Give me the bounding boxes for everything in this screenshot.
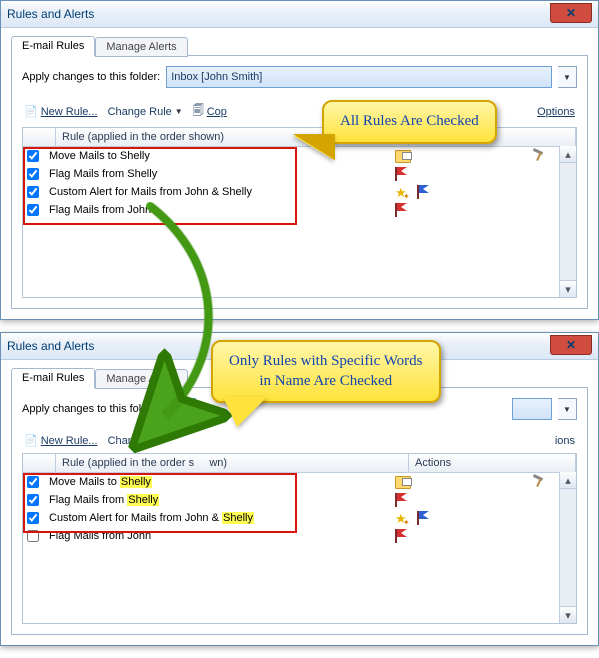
folder-label: Apply changes to this folder: bbox=[22, 403, 160, 415]
flag-red-icon bbox=[395, 529, 407, 543]
rule-checkbox[interactable] bbox=[27, 512, 39, 524]
tab-panel: Apply changes to this folder: In ▼ 📄 New… bbox=[11, 387, 588, 635]
window-title: Rules and Alerts bbox=[7, 7, 94, 21]
rule-action-icons bbox=[389, 149, 576, 163]
scroll-down-icon[interactable]: ▾ bbox=[560, 280, 576, 297]
rules-alerts-window-before: Rules and Alerts ✕ E-mail Rules Manage A… bbox=[0, 0, 599, 320]
rule-action-icons bbox=[389, 203, 576, 217]
rule-name: Custom Alert for Mails from John & Shell… bbox=[43, 512, 389, 524]
rule-checkbox[interactable] bbox=[27, 168, 39, 180]
hammer-icon bbox=[532, 149, 546, 163]
chevron-down-icon: ▼ bbox=[175, 107, 183, 116]
change-rule-button[interactable]: Change R bbox=[108, 435, 158, 447]
column-rule[interactable]: Rule (applied in the order s wn) bbox=[56, 454, 409, 472]
rule-row[interactable]: Flag Mails from Shelly bbox=[23, 491, 576, 509]
rule-checkbox[interactable] bbox=[27, 150, 39, 162]
rule-row[interactable]: Flag Mails from Shelly bbox=[23, 165, 576, 183]
rule-checkbox[interactable] bbox=[27, 186, 39, 198]
chevron-down-icon: ▼ bbox=[563, 405, 571, 414]
folder-combo[interactable]: In bbox=[166, 398, 196, 420]
tab-manage-alerts[interactable]: Manage Alerts bbox=[95, 369, 187, 389]
rule-name: Move Mails to Shelly bbox=[43, 476, 389, 488]
options-button[interactable]: Options bbox=[537, 106, 575, 118]
rule-name: Flag Mails from Shelly bbox=[43, 168, 389, 180]
chevron-down-icon: ▼ bbox=[563, 73, 571, 82]
tab-email-rules[interactable]: E-mail Rules bbox=[11, 36, 95, 56]
rule-row[interactable]: Custom Alert for Mails from John & Shell… bbox=[23, 183, 576, 201]
column-checkbox[interactable] bbox=[23, 128, 56, 146]
flag-red-icon bbox=[395, 203, 407, 217]
tab-manage-alerts[interactable]: Manage Alerts bbox=[95, 37, 187, 57]
change-rule-button[interactable]: Change Rule ▼ bbox=[108, 106, 183, 118]
new-rule-button[interactable]: 📄 New Rule... bbox=[24, 105, 98, 118]
tabs: E-mail Rules Manage Alerts bbox=[11, 36, 588, 56]
rules-list: Rule (applied in the order s wn) Actions… bbox=[22, 453, 577, 624]
hammer-icon bbox=[532, 475, 546, 489]
star-alert-icon: ★ bbox=[395, 512, 407, 525]
scrollbar[interactable]: ▴ ▾ bbox=[559, 146, 576, 297]
rule-checkbox[interactable] bbox=[27, 494, 39, 506]
folder-combo[interactable]: Inbox [John Smith] bbox=[166, 66, 552, 88]
titlebar: Rules and Alerts ✕ bbox=[1, 1, 598, 28]
rule-action-icons bbox=[389, 475, 576, 489]
callout-specific-words: Only Rules with Specific Words in Name A… bbox=[211, 340, 441, 403]
close-icon: ✕ bbox=[566, 338, 576, 352]
star-alert-icon: ★ bbox=[395, 186, 407, 199]
folder-move-icon bbox=[395, 150, 411, 163]
rule-checkbox[interactable] bbox=[27, 476, 39, 488]
folder-combo-arrow[interactable]: ▼ bbox=[558, 398, 577, 420]
rule-name: Move Mails to Shelly bbox=[43, 150, 389, 162]
rule-action-icons bbox=[389, 167, 576, 181]
rule-name: Custom Alert for Mails from John & Shell… bbox=[43, 186, 389, 198]
close-button[interactable]: ✕ bbox=[550, 335, 592, 355]
rule-name: Flag Mails from John bbox=[43, 204, 389, 216]
copy-button[interactable]: 🗐 Cop bbox=[193, 102, 227, 121]
rule-action-icons: ★ bbox=[389, 185, 576, 199]
rule-row[interactable]: Custom Alert for Mails from John & Shell… bbox=[23, 509, 576, 527]
tab-panel: Apply changes to this folder: Inbox [Joh… bbox=[11, 55, 588, 309]
rule-row[interactable]: Flag Mails from John bbox=[23, 201, 576, 219]
options-button[interactable]: ions bbox=[555, 435, 575, 447]
flag-red-icon bbox=[395, 493, 407, 507]
rule-row[interactable]: Move Mails to Shelly bbox=[23, 473, 576, 491]
rule-checkbox[interactable] bbox=[27, 204, 39, 216]
flag-red-icon bbox=[395, 167, 407, 181]
window-title: Rules and Alerts bbox=[7, 339, 94, 353]
scroll-up-icon[interactable]: ▴ bbox=[560, 472, 576, 489]
column-checkbox[interactable] bbox=[23, 454, 56, 472]
scroll-down-icon[interactable]: ▾ bbox=[560, 606, 576, 623]
scroll-up-icon[interactable]: ▴ bbox=[560, 146, 576, 163]
close-icon: ✕ bbox=[566, 6, 576, 20]
folder-combo-right[interactable] bbox=[512, 398, 552, 420]
rule-action-icons: ★ bbox=[389, 511, 576, 525]
column-actions[interactable]: Actions bbox=[409, 454, 576, 472]
folder-label: Apply changes to this folder: bbox=[22, 71, 160, 83]
rule-name: Flag Mails from John bbox=[43, 530, 389, 542]
rule-action-icons bbox=[389, 529, 576, 543]
rule-checkbox[interactable] bbox=[27, 530, 39, 542]
toolbar: 📄 New Rule... Change R ions bbox=[22, 430, 577, 453]
new-rule-button[interactable]: 📄 New Rule... bbox=[24, 434, 98, 447]
close-button[interactable]: ✕ bbox=[550, 3, 592, 23]
flag-blue-icon bbox=[417, 185, 429, 199]
rule-name: Flag Mails from Shelly bbox=[43, 494, 389, 506]
folder-combo-arrow[interactable]: ▼ bbox=[558, 66, 577, 88]
tab-email-rules[interactable]: E-mail Rules bbox=[11, 368, 95, 388]
callout-all-checked: All Rules Are Checked bbox=[322, 100, 497, 144]
rule-action-icons bbox=[389, 493, 576, 507]
rule-row[interactable]: Flag Mails from John bbox=[23, 527, 576, 545]
folder-move-icon bbox=[395, 476, 411, 489]
flag-blue-icon bbox=[417, 511, 429, 525]
